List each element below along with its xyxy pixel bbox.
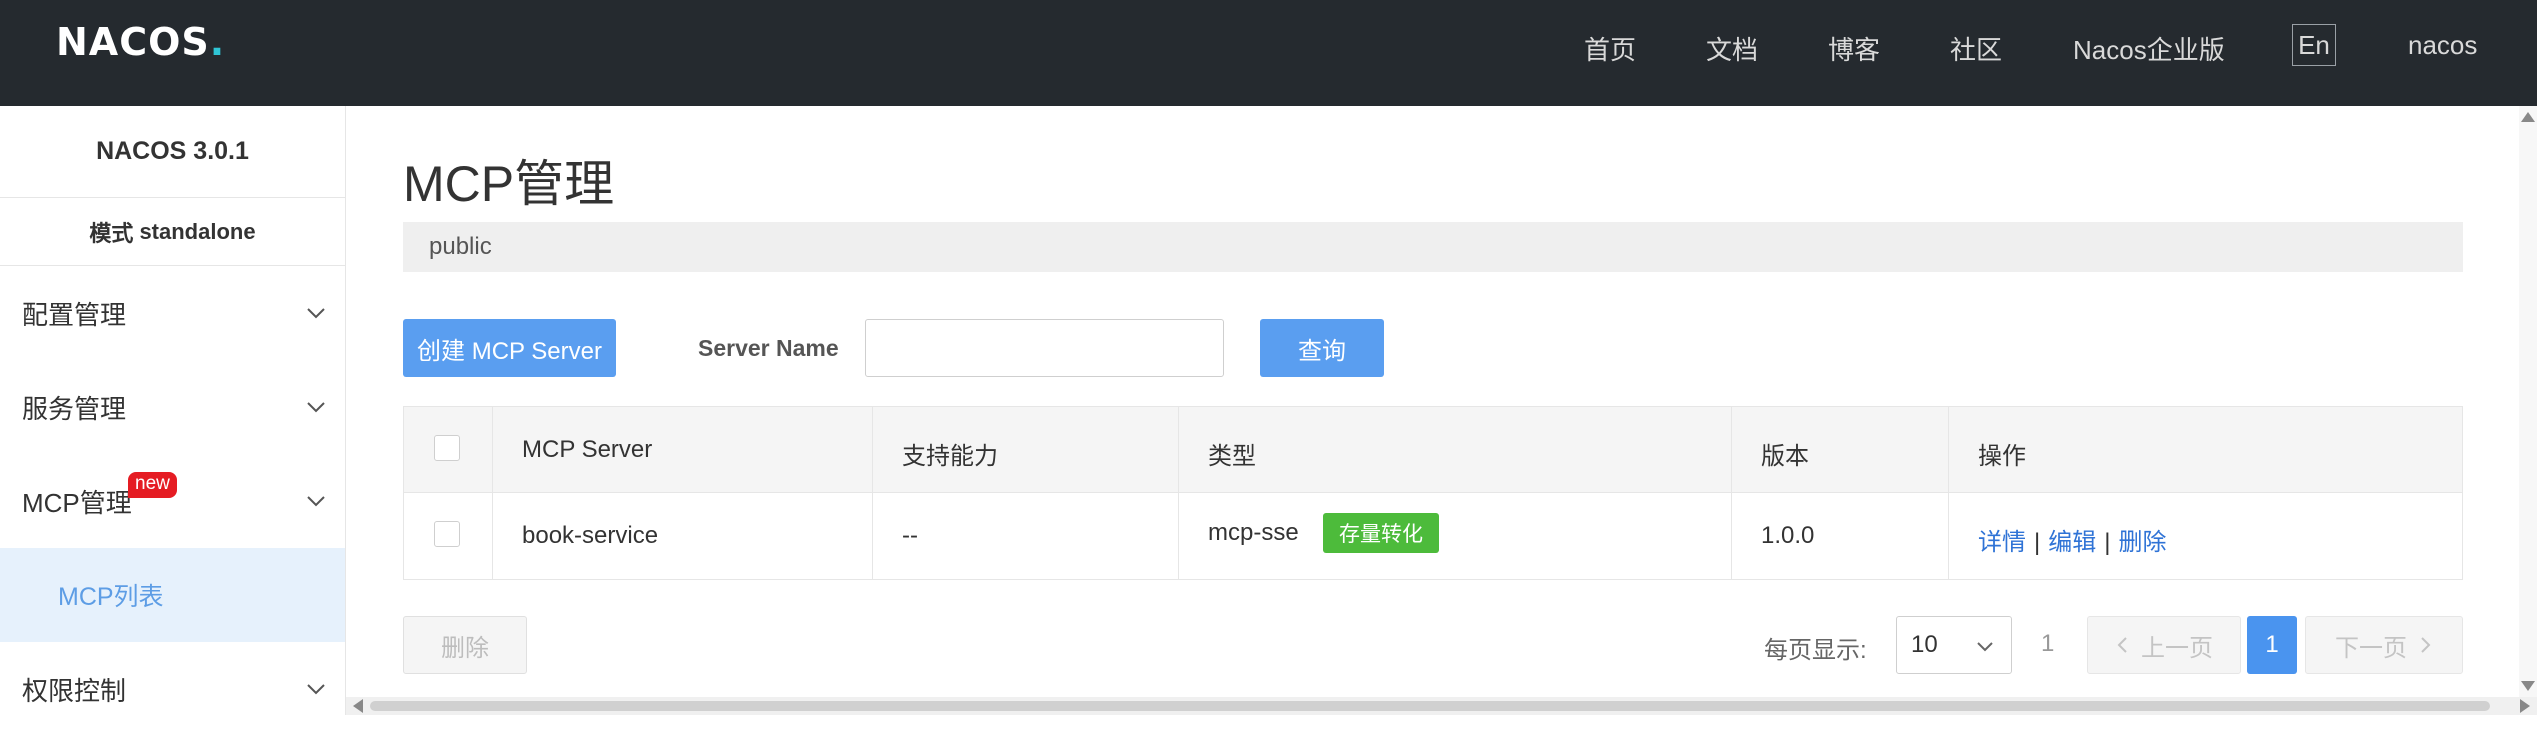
- header-actions: 操作: [1978, 443, 2026, 470]
- page-title: MCP管理: [403, 156, 615, 212]
- page-size-select[interactable]: 10: [1896, 616, 2012, 674]
- scroll-down-icon[interactable]: [2519, 677, 2537, 693]
- header-type: 类型: [1208, 443, 1256, 470]
- new-badge: new: [128, 472, 177, 498]
- action-separator: |: [2034, 529, 2041, 556]
- nav-docs[interactable]: 文档: [1706, 30, 1758, 67]
- sidebar-item-label: 权限控制: [22, 675, 127, 706]
- user-menu[interactable]: nacos: [2408, 30, 2477, 61]
- column-divider: [872, 407, 873, 579]
- language-toggle-button[interactable]: En: [2292, 24, 2336, 66]
- chevron-down-icon: [307, 308, 325, 319]
- next-page-label: 下一页: [2335, 634, 2407, 662]
- mcp-server-table: MCP Server 支持能力 类型 版本 操作 book-service --…: [403, 406, 2463, 580]
- version-label: NACOS 3.0.1: [0, 106, 345, 198]
- select-all-checkbox[interactable]: [434, 435, 460, 461]
- create-mcp-server-button[interactable]: 创建 MCP Server: [403, 319, 616, 377]
- cell-server-name: book-service: [522, 522, 659, 549]
- sidebar-item-label: MCP管理: [22, 487, 132, 518]
- sidebar-item-mcp[interactable]: MCP管理: [0, 454, 345, 548]
- namespace-label[interactable]: public: [429, 233, 492, 261]
- logo-dot: .: [209, 20, 226, 64]
- chevron-right-icon: [2421, 637, 2431, 653]
- conversion-tag: 存量转化: [1323, 513, 1439, 553]
- page-size-value: 10: [1911, 631, 1938, 658]
- batch-delete-button[interactable]: 删除: [403, 616, 527, 674]
- next-page-button[interactable]: 下一页: [2305, 616, 2463, 674]
- nav-enterprise[interactable]: Nacos企业版: [2073, 30, 2225, 67]
- current-page-button[interactable]: 1: [2247, 616, 2297, 674]
- header-mcp-server[interactable]: MCP Server: [522, 436, 652, 464]
- chevron-down-icon: [307, 684, 325, 695]
- namespace-bar: public: [403, 222, 2463, 272]
- server-name-input[interactable]: [865, 319, 1224, 377]
- vertical-scrollbar[interactable]: [2519, 106, 2537, 697]
- row-checkbox[interactable]: [434, 521, 460, 547]
- page-size-label: 每页显示:: [1764, 637, 1867, 664]
- detail-link[interactable]: 详情: [1978, 529, 2026, 556]
- prev-page-label: 上一页: [2141, 634, 2213, 662]
- main-content: MCP管理 public 创建 MCP Server Server Name 查…: [346, 106, 2537, 715]
- chevron-down-icon: [307, 496, 325, 507]
- nav-home[interactable]: 首页: [1584, 30, 1636, 67]
- sidebar-item-label: 服务管理: [22, 393, 127, 424]
- nacos-logo[interactable]: NACOS.: [56, 20, 226, 64]
- mode-label-text: 模式: [89, 220, 134, 246]
- mode-value: standalone: [139, 218, 256, 244]
- header-capability: 支持能力: [902, 443, 998, 470]
- column-divider: [1731, 407, 1732, 579]
- scroll-up-icon[interactable]: [2519, 110, 2537, 126]
- action-separator: |: [2104, 529, 2111, 556]
- cell-capability: --: [902, 522, 918, 549]
- top-header: NACOS. 首页 文档 博客 社区 Nacos企业版 En nacos: [0, 0, 2537, 106]
- server-name-label: Server Name: [698, 335, 839, 361]
- table-header: [404, 407, 2462, 493]
- scrollbar-thumb[interactable]: [370, 701, 2490, 711]
- query-button[interactable]: 查询: [1260, 319, 1384, 377]
- delete-link[interactable]: 删除: [2118, 529, 2166, 556]
- header-version: 版本: [1761, 443, 1809, 470]
- chevron-down-icon: [307, 402, 325, 413]
- sidebar-item-service[interactable]: 服务管理: [0, 360, 345, 454]
- chevron-down-icon: [1977, 642, 1993, 652]
- total-pages: 1: [2041, 630, 2055, 657]
- logo-text: NACOS.: [56, 20, 226, 64]
- column-divider: [1948, 407, 1949, 579]
- chevron-left-icon: [2117, 637, 2127, 653]
- sidebar-subitem-mcp-list[interactable]: MCP列表: [0, 548, 345, 642]
- sidebar-item-label: 配置管理: [22, 299, 127, 330]
- scroll-left-icon[interactable]: [350, 697, 366, 715]
- sidebar-item-config[interactable]: 配置管理: [0, 266, 345, 360]
- column-divider: [492, 407, 493, 579]
- horizontal-scrollbar[interactable]: [346, 697, 2537, 715]
- mode-label: 模式 standalone: [0, 198, 345, 266]
- prev-page-button[interactable]: 上一页: [2087, 616, 2241, 674]
- scroll-right-icon[interactable]: [2517, 697, 2533, 715]
- nav-blog[interactable]: 博客: [1828, 30, 1880, 67]
- nav-community[interactable]: 社区: [1950, 30, 2002, 67]
- sidebar: NACOS 3.0.1 模式 standalone 配置管理 服务管理 MCP管…: [0, 106, 346, 715]
- column-divider: [1178, 407, 1179, 579]
- cell-version: 1.0.0: [1761, 522, 1815, 549]
- cell-actions: 详情 | 编辑 | 删除: [1978, 522, 2166, 557]
- sidebar-item-auth[interactable]: 权限控制: [0, 642, 345, 736]
- edit-link[interactable]: 编辑: [2048, 529, 2096, 556]
- cell-type: mcp-sse: [1208, 519, 1299, 546]
